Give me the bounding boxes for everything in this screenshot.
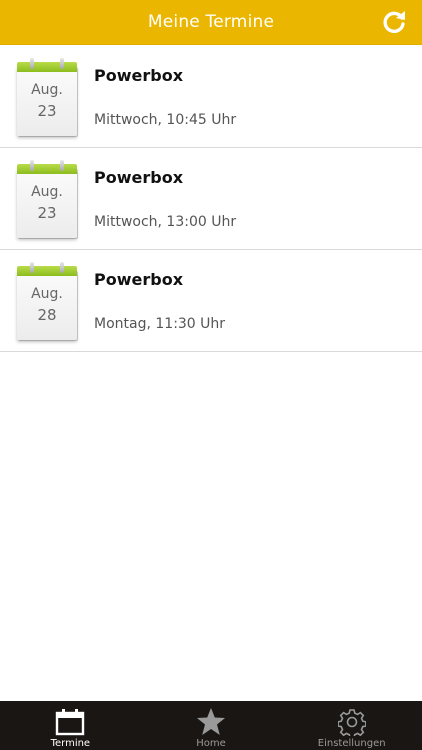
appointment-time: Mittwoch, 13:00 Uhr (94, 214, 237, 230)
appointment-row[interactable]: Aug. 28 Powerbox Montag, 11:30 Uhr (0, 250, 422, 352)
gear-icon (337, 709, 366, 736)
appointment-month: Aug. (31, 184, 63, 200)
tab-label: Termine (50, 738, 91, 749)
appointment-row[interactable]: Aug. 23 Powerbox Mittwoch, 13:00 Uhr (0, 148, 422, 250)
appointment-day: 23 (37, 102, 57, 120)
appointment-day: 23 (37, 204, 57, 222)
tab-label: Home (196, 738, 226, 749)
appointment-title: Powerbox (94, 168, 184, 187)
calendar-date-icon: Aug. 28 (16, 262, 78, 342)
refresh-button[interactable] (380, 8, 408, 36)
refresh-icon (383, 11, 405, 34)
appointment-row[interactable]: Aug. 23 Powerbox Mittwoch, 10:45 Uhr (0, 46, 422, 148)
appointment-month: Aug. (31, 82, 63, 98)
appointment-time: Mittwoch, 10:45 Uhr (94, 112, 237, 128)
header-bar: Meine Termine (0, 0, 422, 45)
appointment-title: Powerbox (94, 270, 184, 289)
star-icon (197, 708, 225, 735)
calendar-date-icon: Aug. 23 (16, 160, 78, 240)
calendar-date-icon: Aug. 23 (16, 58, 78, 138)
tab-home[interactable]: Home (141, 701, 282, 750)
appointment-time: Montag, 11:30 Uhr (94, 316, 226, 332)
appointment-list: Aug. 23 Powerbox Mittwoch, 10:45 Uhr Aug… (0, 46, 422, 352)
appointment-month: Aug. (31, 286, 63, 302)
tab-einstellungen[interactable]: Einstellungen (281, 701, 422, 750)
appointment-day: 28 (37, 306, 57, 324)
appointment-title: Powerbox (94, 66, 184, 85)
tab-label: Einstellungen (317, 738, 386, 749)
page-title: Meine Termine (147, 12, 275, 32)
tab-termine[interactable]: Termine (0, 701, 141, 750)
calendar-icon (56, 709, 85, 736)
tab-bar: Termine Home Einstellungen (0, 701, 422, 750)
